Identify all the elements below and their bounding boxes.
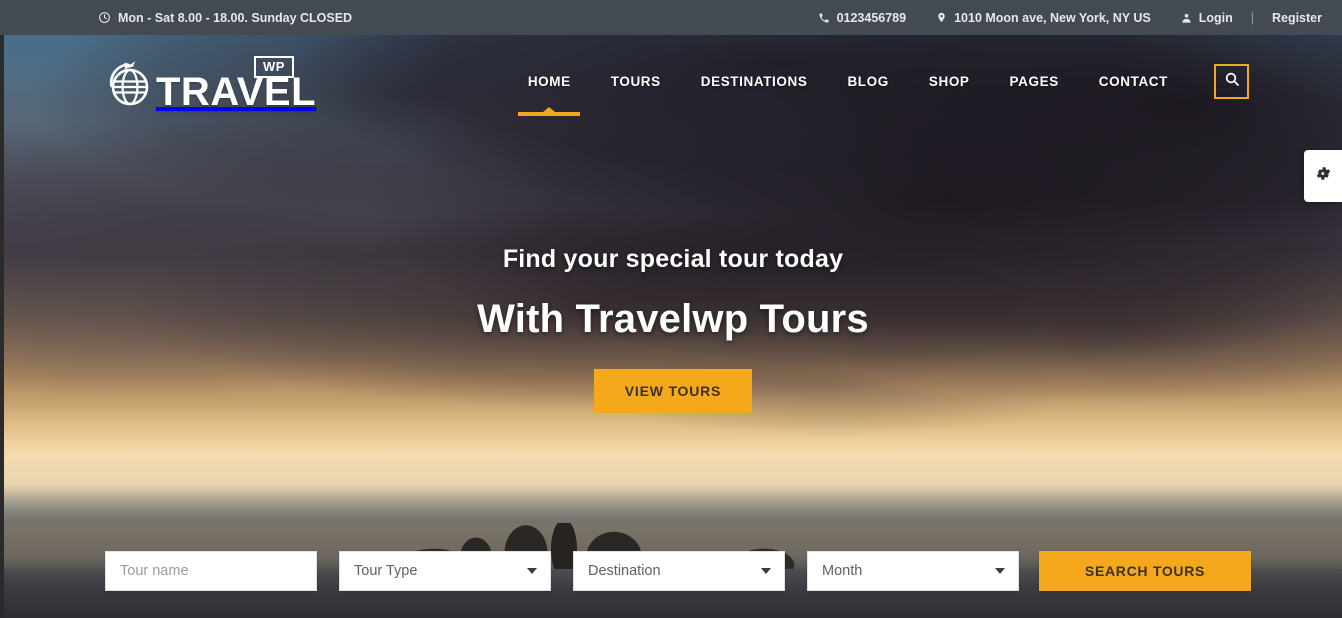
user-icon bbox=[1181, 12, 1192, 24]
search-tours-button[interactable]: SEARCH TOURS bbox=[1039, 550, 1251, 591]
destination-value: Destination bbox=[588, 562, 661, 579]
nav-label: SHOP bbox=[928, 73, 970, 89]
site-header: TRAVEL WP HOME TOURS DESTINATIONS BLOG S… bbox=[4, 35, 1342, 127]
view-tours-button[interactable]: VIEW TOURS bbox=[593, 369, 753, 413]
tour-search-form: Tour name Tour Type Destination Month SE… bbox=[4, 523, 1342, 618]
month-value: Month bbox=[822, 562, 863, 579]
clock-icon bbox=[98, 11, 111, 24]
login-link[interactable]: Login bbox=[1199, 11, 1233, 25]
site-logo[interactable]: TRAVEL WP bbox=[104, 50, 316, 112]
map-pin-icon bbox=[936, 11, 947, 24]
business-hours-text: Mon - Sat 8.00 - 18.00. Sunday CLOSED bbox=[118, 10, 353, 25]
tour-name-placeholder: Tour name bbox=[120, 562, 189, 579]
gear-icon bbox=[1315, 165, 1332, 187]
nav-item-blog[interactable]: BLOG bbox=[827, 74, 908, 89]
address-text: 1010 Moon ave, New York, NY US bbox=[954, 10, 1151, 25]
logo-badge: WP bbox=[254, 56, 294, 78]
nav-label: BLOG bbox=[847, 73, 889, 89]
account-block: Login | Register bbox=[1181, 11, 1322, 25]
month-select[interactable]: Month bbox=[807, 550, 1019, 591]
nav-item-contact[interactable]: CONTACT bbox=[1079, 74, 1188, 89]
nav-label: CONTACT bbox=[1098, 73, 1168, 89]
destination-select[interactable]: Destination bbox=[573, 550, 785, 591]
tour-name-input[interactable]: Tour name bbox=[105, 550, 317, 591]
nav-item-tours[interactable]: TOURS bbox=[591, 74, 681, 89]
phone-icon bbox=[818, 12, 830, 24]
phone-number: 0123456789 bbox=[836, 10, 907, 25]
phone-block: 0123456789 bbox=[818, 10, 907, 25]
nav-label: DESTINATIONS bbox=[700, 73, 808, 89]
logo-wordmark: TRAVEL bbox=[156, 70, 317, 114]
nav-item-shop[interactable]: SHOP bbox=[909, 74, 990, 89]
address-block: 1010 Moon ave, New York, NY US bbox=[936, 11, 1151, 25]
active-indicator bbox=[518, 111, 581, 116]
top-utility-bar: Mon - Sat 8.00 - 18.00. Sunday CLOSED 01… bbox=[0, 0, 1342, 35]
search-icon bbox=[1224, 71, 1240, 92]
page-frame-left-edge bbox=[0, 35, 4, 618]
business-hours: Mon - Sat 8.00 - 18.00. Sunday CLOSED bbox=[98, 11, 352, 25]
chevron-down-icon bbox=[527, 567, 537, 574]
tour-type-select[interactable]: Tour Type bbox=[339, 550, 551, 591]
nav-item-destinations[interactable]: DESTINATIONS bbox=[681, 74, 828, 89]
nav-item-pages[interactable]: PAGES bbox=[990, 74, 1079, 89]
theme-settings-toggle[interactable] bbox=[1304, 150, 1342, 202]
top-contact-group: 0123456789 1010 Moon ave, New York, NY U… bbox=[788, 11, 1322, 25]
globe-plane-icon bbox=[104, 56, 158, 110]
chevron-down-icon bbox=[995, 567, 1005, 574]
tour-type-value: Tour Type bbox=[354, 562, 418, 579]
register-link[interactable]: Register bbox=[1272, 11, 1322, 25]
nav-label: TOURS bbox=[610, 73, 661, 89]
nav-label: PAGES bbox=[1009, 73, 1059, 89]
topbar-separator: | bbox=[1250, 10, 1254, 25]
nav-label: HOME bbox=[527, 73, 571, 89]
tour-search-section: Tour name Tour Type Destination Month SE… bbox=[4, 523, 1342, 618]
nav-item-home[interactable]: HOME bbox=[508, 73, 591, 116]
chevron-down-icon bbox=[761, 567, 771, 574]
main-navigation: HOME TOURS DESTINATIONS BLOG SHOP PAGES … bbox=[508, 63, 1342, 116]
page-root: Mon - Sat 8.00 - 18.00. Sunday CLOSED 01… bbox=[0, 0, 1342, 618]
search-toggle-button[interactable] bbox=[1214, 63, 1249, 99]
